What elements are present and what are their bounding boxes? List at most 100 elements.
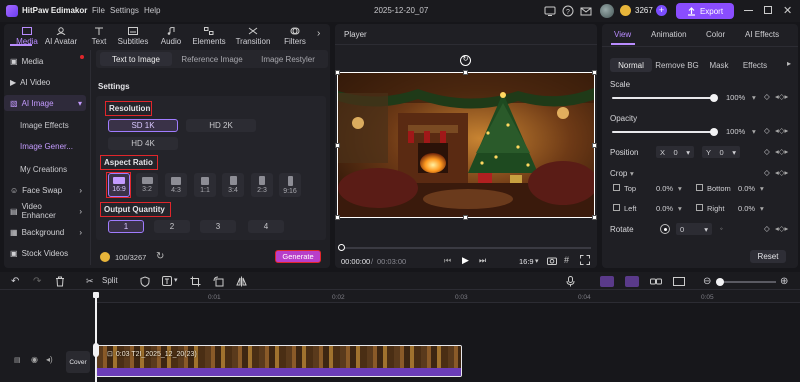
resolution-hd-4k[interactable]: HD 4K bbox=[108, 137, 178, 150]
track-visibility-icon[interactable]: ◉ bbox=[31, 355, 38, 364]
sidebar-item-ai-video[interactable]: ▶ AI Video bbox=[4, 74, 86, 90]
help-icon[interactable]: ? bbox=[562, 5, 574, 17]
subtab-text-to-image[interactable]: Text to Image bbox=[100, 52, 172, 66]
subtab-normal[interactable]: Normal bbox=[610, 58, 652, 72]
zoom-slider[interactable] bbox=[716, 281, 776, 283]
rotate-tool-icon[interactable] bbox=[213, 276, 224, 287]
rotate-dial-icon[interactable] bbox=[660, 224, 670, 234]
clip-trim-handle[interactable] bbox=[93, 343, 99, 357]
generate-button[interactable]: Generate bbox=[275, 250, 321, 263]
redo-icon[interactable]: ↷ bbox=[33, 276, 41, 287]
scale-slider-knob[interactable] bbox=[710, 94, 718, 102]
close-icon[interactable]: ✕ bbox=[783, 4, 792, 17]
resize-handle[interactable] bbox=[463, 70, 468, 75]
quantity-4[interactable]: 4 bbox=[248, 220, 284, 233]
link-toggle-icon[interactable] bbox=[600, 276, 614, 287]
tab-elements[interactable]: Elements bbox=[190, 26, 228, 46]
refresh-icon[interactable]: ↻ bbox=[156, 251, 164, 262]
chevron-right-icon[interactable]: › bbox=[317, 28, 320, 39]
opacity-value[interactable]: 100% bbox=[726, 127, 745, 136]
zoom-in-icon[interactable]: ⊕ bbox=[780, 276, 788, 287]
tab-media[interactable]: Media bbox=[8, 26, 46, 46]
track-mute-icon[interactable]: ◂) bbox=[46, 355, 53, 364]
opacity-slider-knob[interactable] bbox=[710, 128, 718, 136]
subtab-effects[interactable]: Effects bbox=[738, 58, 772, 72]
next-frame-icon[interactable]: ⏭ bbox=[479, 256, 486, 266]
flip-icon[interactable] bbox=[236, 276, 247, 287]
rotate-field[interactable]: 0 ▾ bbox=[676, 223, 712, 235]
tab-text[interactable]: Text bbox=[80, 26, 118, 46]
track-link-icon[interactable] bbox=[650, 276, 662, 287]
play-icon[interactable]: ▶ bbox=[462, 255, 469, 266]
resize-handle[interactable] bbox=[592, 143, 597, 148]
crop-tool-icon[interactable] bbox=[190, 276, 201, 287]
scissors-icon[interactable]: ✂ bbox=[86, 276, 94, 287]
playback-progress-track[interactable] bbox=[341, 247, 591, 249]
keyframe-nav-icon[interactable]: ◂◇▸ bbox=[775, 224, 788, 233]
quantity-2[interactable]: 2 bbox=[154, 220, 190, 233]
keyframe-nav-icon[interactable]: ◂◇▸ bbox=[775, 168, 788, 177]
sidebar-item-stock-videos[interactable]: ▣ Stock Videos bbox=[4, 245, 86, 261]
export-button[interactable]: Export bbox=[676, 3, 734, 19]
minimize-icon[interactable] bbox=[744, 10, 753, 11]
user-avatar[interactable] bbox=[600, 4, 614, 18]
resize-handle[interactable] bbox=[335, 143, 340, 148]
video-clip[interactable]: ⊡ 0:03 T2I_2025_12_20(23) bbox=[96, 345, 462, 377]
shield-icon[interactable] bbox=[140, 276, 150, 287]
tab-filters[interactable]: Filters bbox=[276, 26, 314, 46]
text-tool-icon[interactable] bbox=[162, 276, 174, 287]
cover-button[interactable]: Cover bbox=[66, 351, 90, 373]
resize-handle[interactable] bbox=[592, 70, 597, 75]
menu-help[interactable]: Help bbox=[144, 6, 160, 15]
keyframe-icon[interactable]: ◇ bbox=[764, 126, 770, 135]
rotate-handle-icon[interactable]: ↻ bbox=[460, 55, 471, 66]
subtab-mask[interactable]: Mask bbox=[704, 58, 734, 72]
sidebar-sub-image-effects[interactable]: Image Effects bbox=[20, 121, 69, 130]
grid-icon[interactable]: # bbox=[564, 255, 569, 265]
sidebar-item-video-enhancer[interactable]: ▤ Video Enhancer › bbox=[4, 202, 86, 220]
fullscreen-icon[interactable] bbox=[580, 255, 590, 265]
quantity-1[interactable]: 1 bbox=[108, 220, 144, 233]
tab-view[interactable]: View bbox=[614, 30, 631, 39]
keyframe-nav-icon[interactable]: ◂◇▸ bbox=[775, 92, 788, 101]
resize-handle[interactable] bbox=[592, 215, 597, 220]
opacity-slider[interactable] bbox=[612, 128, 718, 136]
keyframe-icon[interactable]: ◇ bbox=[764, 224, 770, 233]
menu-file[interactable]: File bbox=[92, 6, 105, 15]
resolution-hd-2k[interactable]: HD 2K bbox=[186, 119, 256, 132]
sidebar-sub-image-generator[interactable]: Image Gener... bbox=[20, 142, 73, 151]
add-credits-button[interactable]: + bbox=[656, 5, 667, 16]
keyframe-nav-icon[interactable]: ◂◇▸ bbox=[775, 147, 788, 156]
timeline-ruler[interactable] bbox=[95, 291, 800, 303]
tab-animation[interactable]: Animation bbox=[651, 30, 687, 39]
chevron-down-icon[interactable]: ▾ bbox=[630, 169, 634, 178]
quantity-3[interactable]: 3 bbox=[200, 220, 236, 233]
tab-ai-avatar[interactable]: AI Avatar bbox=[42, 26, 80, 46]
menu-settings[interactable]: Settings bbox=[110, 6, 139, 15]
position-y-field[interactable]: Y 0 ▾ bbox=[702, 146, 740, 158]
aspect-2-3[interactable]: 2:3 bbox=[251, 173, 273, 197]
aspect-4-3[interactable]: 4:3 bbox=[165, 173, 187, 197]
sidebar-item-media[interactable]: ▣ Media bbox=[4, 53, 86, 69]
sidebar-item-ai-image[interactable]: ▧ AI Image ▾ bbox=[4, 95, 86, 111]
subtab-reference-image[interactable]: Reference Image bbox=[176, 52, 248, 66]
track-lock-icon[interactable]: ▤ bbox=[14, 356, 21, 364]
tab-color[interactable]: Color bbox=[706, 30, 725, 39]
tab-subtitles[interactable]: Subtitles bbox=[114, 26, 152, 46]
fit-timeline-icon[interactable] bbox=[673, 276, 685, 287]
resize-handle[interactable] bbox=[335, 70, 340, 75]
aspect-ratio-select[interactable]: 16:9 bbox=[519, 257, 534, 266]
more-icon[interactable]: ▸ bbox=[787, 59, 791, 68]
crop-bottom-value[interactable]: 0.0% bbox=[738, 184, 755, 193]
position-x-field[interactable]: X 0 ▾ bbox=[656, 146, 694, 158]
monitor-icon[interactable] bbox=[544, 5, 556, 17]
keyframe-nav-icon[interactable]: ◂◇▸ bbox=[775, 126, 788, 135]
mail-icon[interactable] bbox=[580, 5, 592, 17]
crop-top-value[interactable]: 0.0% bbox=[656, 184, 673, 193]
undo-icon[interactable]: ↶ bbox=[11, 276, 19, 287]
scale-slider[interactable] bbox=[612, 94, 718, 102]
keyframe-icon[interactable]: ◇ bbox=[764, 168, 770, 177]
resolution-sd-1k[interactable]: SD 1K bbox=[108, 119, 178, 132]
reset-button[interactable]: Reset bbox=[750, 250, 786, 263]
aspect-3-2[interactable]: 3:2 bbox=[136, 173, 158, 197]
